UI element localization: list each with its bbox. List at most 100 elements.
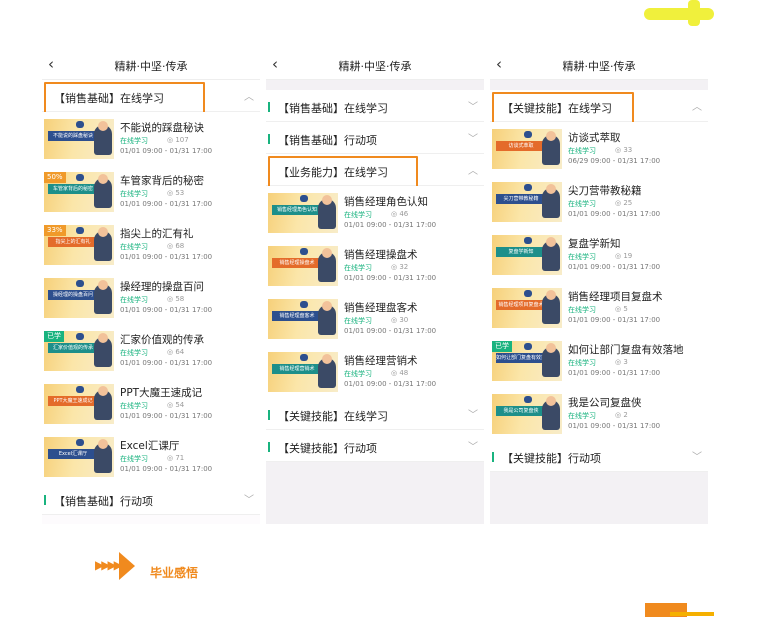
course-name: 操经理的操盘百问: [120, 281, 204, 293]
section-header[interactable]: 【关键技能】在线学习 ︿: [490, 90, 708, 124]
person-head: [98, 121, 108, 131]
section-header[interactable]: 【关键技能】在线学习 ﹀: [266, 398, 484, 430]
thumbnail-banner: 操经理的操盘百问: [48, 290, 98, 300]
course-item[interactable]: 销售经理盘客术 销售经理盘客术 在线学习 ◎ 30 01/01 09:00 - 01/3…: [266, 292, 484, 345]
section-header[interactable]: 【销售基础】行动项 ﹀: [42, 483, 260, 515]
chevron-up-icon[interactable]: ︿: [244, 88, 254, 103]
view-count: ◎ 25: [615, 199, 632, 207]
chevron-down-icon[interactable]: ﹀: [468, 406, 478, 421]
course-name: Excel汇课厅: [120, 440, 180, 452]
course-item[interactable]: 销售经理角色认知 销售经理角色认知 在线学习 ◎ 46 01/01 09:00 - 01…: [266, 186, 484, 239]
course-date: 06/29 09:00 - 01/31 17:00: [568, 157, 661, 165]
phone-screen-1: ‹ 精耕·中坚·传承 【销售基础】在线学习 ︿ 不能说的踩盘秘诀 不能说的踩盘秘诀 在线学习…: [42, 50, 260, 524]
view-count-value: 25: [623, 199, 633, 207]
course-item[interactable]: 操经理的操盘百问 操经理的操盘百问 在线学习 ◎ 58 01/01 09:00 - 01…: [42, 271, 260, 324]
speech-bubble-icon: [76, 333, 84, 340]
section-header[interactable]: 【关键技能】行动项 ﹀: [490, 440, 708, 472]
course-date: 01/01 09:00 - 01/31 17:00: [120, 359, 213, 367]
course-name: 销售经理操盘术: [344, 249, 418, 261]
section-header[interactable]: 【关键技能】行动项 ﹀: [266, 430, 484, 462]
decor-line-bottom: [670, 612, 714, 616]
chevron-down-icon[interactable]: ﹀: [468, 438, 478, 453]
course-thumbnail: 访谈式萃取: [492, 129, 562, 169]
speech-bubble-icon: [524, 290, 532, 297]
speech-bubble-icon: [300, 195, 308, 202]
person-head: [546, 343, 556, 353]
course-status: 在线学习: [120, 243, 148, 251]
speech-bubble-icon: [76, 227, 84, 234]
view-count: ◎ 32: [391, 263, 408, 271]
person-head: [322, 354, 332, 364]
section-header[interactable]: 【销售基础】在线学习 ︿: [42, 80, 260, 114]
course-item[interactable]: 我是公司复盘侠 我是公司复盘侠 在线学习 ◎ 2 01/01 09:00 - 01/31…: [490, 387, 708, 440]
view-count-value: 30: [399, 316, 409, 324]
course-status: 在线学习: [120, 137, 148, 145]
section-marker: [492, 452, 494, 462]
course-thumbnail: 不能说的踩盘秘诀: [44, 119, 114, 159]
section-marker: [44, 495, 46, 505]
thumbnail-banner: 复盘学新知: [496, 247, 546, 257]
chevron-up-icon[interactable]: ︿: [468, 162, 478, 177]
speech-bubble-icon: [76, 280, 84, 287]
course-thumbnail: PPT大魔王速成记: [44, 384, 114, 424]
chevron-down-icon[interactable]: ﹀: [244, 491, 254, 506]
speech-bubble-icon: [300, 248, 308, 255]
course-item[interactable]: 车管家背后的秘密 50% 车管家背后的秘密 在线学习 ◎ 53 01/01 09:00 -…: [42, 165, 260, 218]
speech-bubble-icon: [76, 439, 84, 446]
view-count-value: 68: [175, 242, 185, 250]
course-name: 销售经理角色认知: [344, 196, 428, 208]
view-count: ◎ 71: [167, 454, 184, 462]
course-date: 01/01 09:00 - 01/31 17:00: [344, 221, 437, 229]
course-item[interactable]: PPT大魔王速成记 PPT大魔王速成记 在线学习 ◎ 54 01/01 09:00 - …: [42, 377, 260, 430]
course-item[interactable]: 汇家价值观的传承 已学 汇家价值观的传承 在线学习 ◎ 64 01/01 09:00 - …: [42, 324, 260, 377]
person-head: [98, 227, 108, 237]
thumbnail-banner: 销售经理项目复盘术: [496, 300, 546, 310]
section-header[interactable]: 【销售基础】行动项 ﹀: [266, 122, 484, 154]
chevron-down-icon[interactable]: ﹀: [468, 130, 478, 145]
course-item[interactable]: 如何让部门复盘有效落地 已学 如何让部门复盘有效落地 在线学习 ◎ 3 01/01 09:…: [490, 334, 708, 387]
chevron-up-icon[interactable]: ︿: [692, 98, 702, 113]
course-item[interactable]: 销售经理营销术 销售经理营销术 在线学习 ◎ 48 01/01 09:00 - 01/3…: [266, 345, 484, 398]
section-header[interactable]: 【业务能力】在线学习 ︿: [266, 154, 484, 188]
course-item[interactable]: 指尖上的汇有礼 33% 指尖上的汇有礼 在线学习 ◎ 68 01/01 09:00 - 0…: [42, 218, 260, 271]
section-marker: [268, 410, 270, 420]
course-item[interactable]: 销售经理项目复盘术 销售经理项目复盘术 在线学习 ◎ 5 01/01 09:00 - 0…: [490, 281, 708, 334]
thumbnail-banner: 访谈式萃取: [496, 141, 546, 151]
course-status: 在线学习: [344, 211, 372, 219]
thumbnail-banner: 我是公司复盘侠: [496, 406, 546, 416]
course-thumbnail: 汇家价值观的传承 已学: [44, 331, 114, 371]
footer-label[interactable]: 毕业感悟: [150, 564, 198, 581]
course-name: 复盘学新知: [568, 238, 621, 250]
view-count: ◎ 48: [391, 369, 408, 377]
view-count-value: 2: [623, 411, 628, 419]
section-label: 【业务能力】在线学习: [278, 166, 388, 179]
thumbnail-banner: 尖刀营带教秘籍: [496, 194, 546, 204]
course-item[interactable]: Excel汇课厅 Excel汇课厅 在线学习 ◎ 71 01/01 09:00 - 01…: [42, 430, 260, 483]
section-marker: [268, 102, 270, 112]
person-head: [546, 131, 556, 141]
course-item[interactable]: 访谈式萃取 访谈式萃取 在线学习 ◎ 33 06/29 09:00 - 01/31 17…: [490, 122, 708, 175]
course-date: 01/01 09:00 - 01/31 17:00: [344, 380, 437, 388]
chevron-down-icon[interactable]: ﹀: [468, 98, 478, 113]
course-item[interactable]: 销售经理操盘术 销售经理操盘术 在线学习 ◎ 32 01/01 09:00 - 01/3…: [266, 239, 484, 292]
course-item[interactable]: 尖刀营带教秘籍 尖刀营带教秘籍 在线学习 ◎ 25 01/01 09:00 - 01/3…: [490, 175, 708, 228]
decor-bar-top: [644, 8, 714, 20]
view-count-value: 53: [175, 189, 185, 197]
course-thumbnail: 指尖上的汇有礼 33%: [44, 225, 114, 265]
section-header[interactable]: 【销售基础】在线学习 ﹀: [266, 90, 484, 122]
view-count-value: 54: [175, 401, 185, 409]
person-head: [98, 174, 108, 184]
course-thumbnail: 复盘学新知: [492, 235, 562, 275]
course-name: 销售经理盘客术: [344, 302, 418, 314]
course-date: 01/01 09:00 - 01/31 17:00: [120, 465, 213, 473]
nav-bar: ‹ 精耕·中坚·传承: [266, 50, 484, 80]
thumbnail-banner: 销售经理操盘术: [272, 258, 322, 268]
course-item[interactable]: 不能说的踩盘秘诀 不能说的踩盘秘诀 在线学习 ◎ 107 01/01 09:00 - 0…: [42, 112, 260, 165]
course-name: 尖刀营带教秘籍: [568, 185, 642, 197]
course-item[interactable]: 复盘学新知 复盘学新知 在线学习 ◎ 19 01/01 09:00 - 01/31 17…: [490, 228, 708, 281]
view-count: ◎ 64: [167, 348, 184, 356]
course-date: 01/01 09:00 - 01/31 17:00: [344, 327, 437, 335]
person-head: [98, 333, 108, 343]
chevron-down-icon[interactable]: ﹀: [692, 448, 702, 463]
speech-bubble-icon: [300, 354, 308, 361]
